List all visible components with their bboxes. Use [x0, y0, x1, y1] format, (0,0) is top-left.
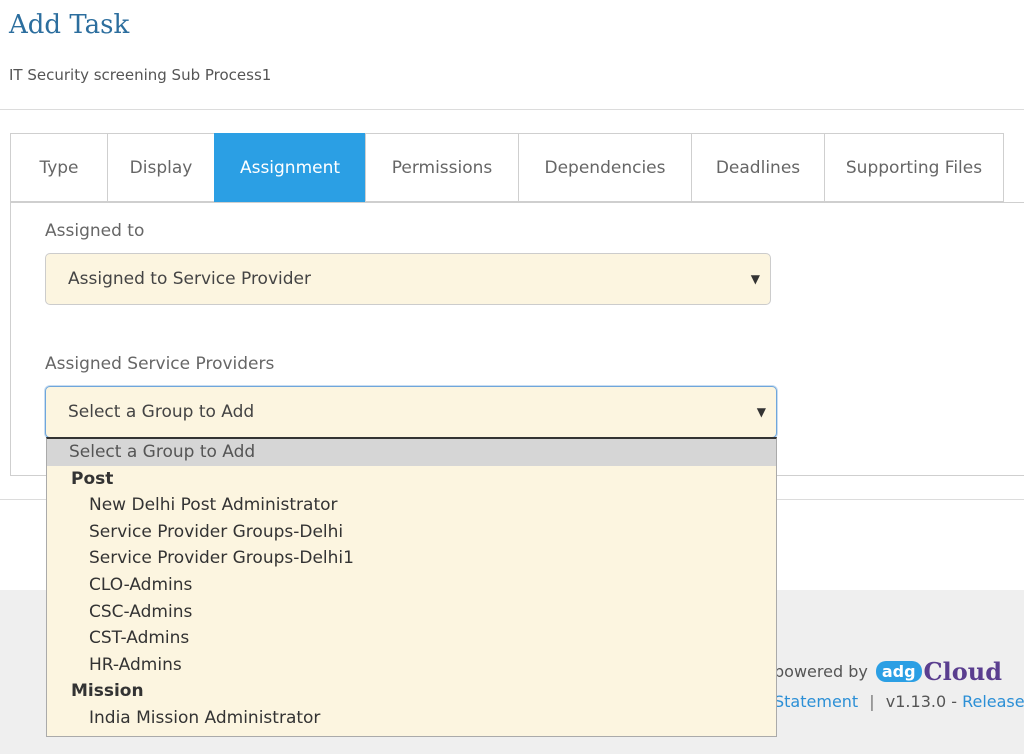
footer-separator: | [869, 692, 875, 711]
dropdown-option[interactable]: HR-Admins [47, 652, 776, 679]
tab-permissions[interactable]: Permissions [365, 133, 518, 202]
group-dropdown-list: Select a Group to Add Post New Delhi Pos… [46, 437, 777, 737]
release-link[interactable]: Release [962, 692, 1024, 711]
tab-dependencies[interactable]: Dependencies [518, 133, 691, 202]
dropdown-group-post: Post [71, 468, 114, 489]
powered-by-text: powered by [774, 662, 868, 681]
assigned-to-select[interactable]: Assigned to Service Provider ▼ [45, 253, 771, 305]
adg-logo-badge: adg [875, 661, 922, 682]
tab-type[interactable]: Type [10, 133, 107, 202]
caret-down-icon: ▼ [750, 272, 760, 286]
page-subtitle: IT Security screening Sub Process1 [9, 66, 272, 84]
statement-link[interactable]: Statement [774, 692, 858, 711]
footer-links: Statement | v1.13.0 - Release [774, 692, 1024, 711]
assigned-service-providers-label: Assigned Service Providers [45, 354, 275, 374]
dropdown-option[interactable]: Service Provider Groups-Delhi1 [47, 545, 776, 572]
dropdown-option[interactable]: India Mission Administrator [47, 705, 776, 732]
assigned-to-label: Assigned to [45, 221, 145, 241]
tab-display[interactable]: Display [107, 133, 214, 202]
tab-assignment[interactable]: Assignment [214, 133, 365, 202]
page-title: Add Task [9, 10, 130, 40]
dropdown-option[interactable]: New Delhi Post Administrator [47, 492, 776, 519]
caret-down-icon: ▼ [756, 405, 766, 419]
tab-deadlines[interactable]: Deadlines [691, 133, 824, 202]
tab-supporting-files[interactable]: Supporting Files [824, 133, 1004, 202]
assigned-service-providers-select[interactable]: Select a Group to Add ▼ [45, 386, 777, 438]
version-text: v1.13.0 - [885, 692, 957, 711]
dropdown-option[interactable]: CSC-Admins [47, 599, 776, 626]
dropdown-option[interactable]: CST-Admins [47, 625, 776, 652]
assigned-service-providers-value: Select a Group to Add [68, 402, 255, 422]
powered-by: powered by adg Cloud [774, 657, 1002, 686]
cloud-logo-word: Cloud [923, 657, 1002, 686]
dropdown-option[interactable]: CLO-Admins [47, 572, 776, 599]
dropdown-option-placeholder[interactable]: Select a Group to Add [47, 439, 776, 466]
header-divider [0, 109, 1024, 110]
tab-bar: Type Display Assignment Permissions Depe… [10, 133, 1004, 203]
assigned-to-value: Assigned to Service Provider [68, 269, 311, 289]
dropdown-group-mission: Mission [71, 681, 144, 702]
dropdown-option[interactable]: Service Provider Groups-Delhi [47, 519, 776, 546]
